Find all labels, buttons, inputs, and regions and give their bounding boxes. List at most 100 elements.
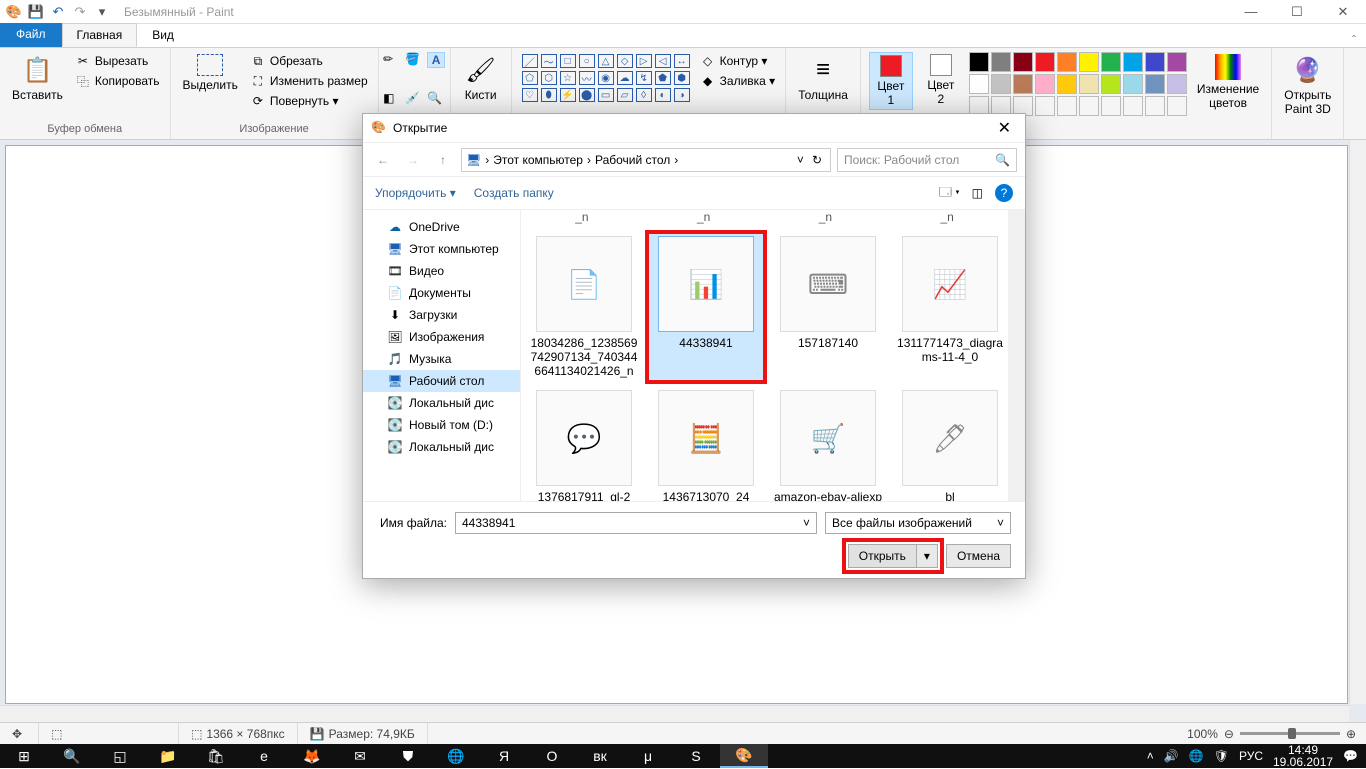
address-dropdown-icon[interactable]: ˅ [797,153,804,167]
palette-swatch[interactable] [1123,74,1143,94]
palette-empty[interactable] [1079,96,1099,116]
sort-column[interactable]: _n [765,210,887,228]
taskbar-app[interactable]: μ [624,744,672,768]
palette-swatch[interactable] [1101,52,1121,72]
nav-item[interactable]: 🖥Этот компьютер [363,238,520,260]
palette-swatch[interactable] [1035,52,1055,72]
tray-date[interactable]: 19.06.2017 [1273,756,1333,768]
help-button[interactable]: ? [995,184,1013,202]
cancel-button[interactable]: Отмена [946,544,1011,568]
eraser-icon[interactable]: ◧ [383,91,401,105]
shape-item[interactable]: ◇ [617,54,633,68]
filepane-scrollbar[interactable] [1008,210,1025,501]
taskbar-app[interactable]: e [240,744,288,768]
palette-swatch[interactable] [991,74,1011,94]
taskbar-app[interactable]: S [672,744,720,768]
tray-lang[interactable]: РУС [1239,749,1263,763]
sort-column[interactable]: _n [643,210,765,228]
cut-button[interactable]: ✂Вырезать [73,52,162,70]
file-item[interactable]: 📊44338941 [647,232,765,382]
palette-swatch[interactable] [1123,52,1143,72]
pencil-icon[interactable]: ✏ [383,52,401,66]
shape-item[interactable]: ⬟ [655,71,671,85]
palette-swatch[interactable] [1035,74,1055,94]
taskbar-app[interactable]: O [528,744,576,768]
paint3d-button[interactable]: 🔮 Открыть Paint 3D [1280,52,1335,118]
shape-item[interactable]: ☁ [617,71,633,85]
filename-dropdown-icon[interactable]: ˅ [803,516,810,530]
qat-undo-icon[interactable]: ↶ [50,4,66,20]
file-item[interactable]: 🖊bl [891,386,1009,501]
tray-notifications-icon[interactable]: 💬 [1343,749,1358,763]
palette-swatch[interactable] [1167,52,1187,72]
maximize-button[interactable]: ☐ [1274,0,1320,24]
shape-item[interactable]: ⬢ [674,71,690,85]
zoom-out-button[interactable]: ⊖ [1224,727,1234,741]
preview-pane-button[interactable]: ◫ [972,186,983,200]
taskbar-app[interactable]: 🌐 [432,744,480,768]
close-button[interactable]: ✕ [1320,0,1366,24]
qat-customize-icon[interactable]: ▾ [94,4,110,20]
palette-empty[interactable] [1145,96,1165,116]
refresh-icon[interactable]: ↻ [808,153,826,167]
open-button[interactable]: Открыть [848,544,917,568]
file-item[interactable]: 🛒amazon-ebay-aliexpress-alibaba [769,386,887,501]
taskbar-app[interactable]: 🛍 [192,744,240,768]
zoom-slider[interactable] [1240,732,1340,735]
nav-item[interactable]: 🎵Музыка [363,348,520,370]
taskbar-app[interactable]: 📁 [144,744,192,768]
nav-item[interactable]: 💽Локальный дис [363,436,520,458]
taskbar-app[interactable]: ⊞ [0,744,48,768]
crop-button[interactable]: ⧉Обрезать [248,52,370,70]
palette-empty[interactable] [1167,96,1187,116]
tray-volume-icon[interactable]: 🔊 [1164,749,1179,763]
taskbar-app[interactable]: 🦊 [288,744,336,768]
select-button[interactable]: Выделить [179,52,242,94]
breadcrumb-1[interactable]: Этот компьютер [493,153,583,167]
qat-redo-icon[interactable]: ↷ [72,4,88,20]
collapse-ribbon-icon[interactable]: ˆ [1342,33,1366,47]
search-box[interactable]: Поиск: Рабочий стол 🔍 [837,148,1017,172]
shape-item[interactable]: ⬠ [522,71,538,85]
resize-button[interactable]: ⛶Изменить размер [248,72,370,90]
shapes-gallery[interactable]: ／〜□○△◇▷◁↔⬠⬡☆〰◉☁↯⬟⬢♡⬮⚡⬤▭▱◊◐◑ [520,52,692,104]
shape-item[interactable]: □ [560,54,576,68]
nav-item[interactable]: ☁OneDrive [363,216,520,238]
picker-icon[interactable]: 💉 [405,91,423,105]
palette-swatch[interactable] [1167,74,1187,94]
tray-safe-icon[interactable]: 🛡 [1214,749,1229,763]
palette-swatch[interactable] [1013,52,1033,72]
shape-item[interactable]: ↔ [674,54,690,68]
nav-item[interactable]: 💽Локальный дис [363,392,520,414]
sort-column[interactable]: _n [521,210,643,228]
nav-back-button[interactable]: ← [371,148,395,172]
taskbar-app[interactable]: ◱ [96,744,144,768]
palette-empty[interactable] [1123,96,1143,116]
shape-item[interactable]: ◊ [636,88,652,102]
palette-swatch[interactable] [969,74,989,94]
shape-item[interactable]: ⬮ [541,88,557,102]
minimize-button[interactable]: — [1228,0,1274,24]
taskbar-app[interactable]: 🔍 [48,744,96,768]
palette-swatch[interactable] [1013,74,1033,94]
shape-item[interactable]: ○ [579,54,595,68]
view-mode-button[interactable]: 🗔 ▾ [939,183,960,204]
taskbar-app[interactable]: 🎨 [720,744,768,768]
shape-item[interactable]: ⬡ [541,71,557,85]
shape-item[interactable]: ⚡ [560,88,576,102]
palette-swatch[interactable] [969,52,989,72]
palette-swatch[interactable] [1145,74,1165,94]
text-icon[interactable]: A [427,52,445,68]
open-dropdown-button[interactable]: ▾ [917,544,938,568]
taskbar-app[interactable]: Я [480,744,528,768]
palette-empty[interactable] [1101,96,1121,116]
shape-fill-button[interactable]: ◆Заливка ▾ [698,72,778,90]
color-palette[interactable] [969,52,1187,116]
organize-button[interactable]: Упорядочить ▾ [375,186,456,200]
taskbar-app[interactable]: ✉ [336,744,384,768]
address-bar[interactable]: 🖥 › Этот компьютер › Рабочий стол › ˅ ↻ [461,148,831,172]
palette-swatch[interactable] [1079,52,1099,72]
new-folder-button[interactable]: Создать папку [474,186,554,200]
file-item[interactable]: ⌨157187140 [769,232,887,382]
view-tab[interactable]: Вид [137,23,189,47]
